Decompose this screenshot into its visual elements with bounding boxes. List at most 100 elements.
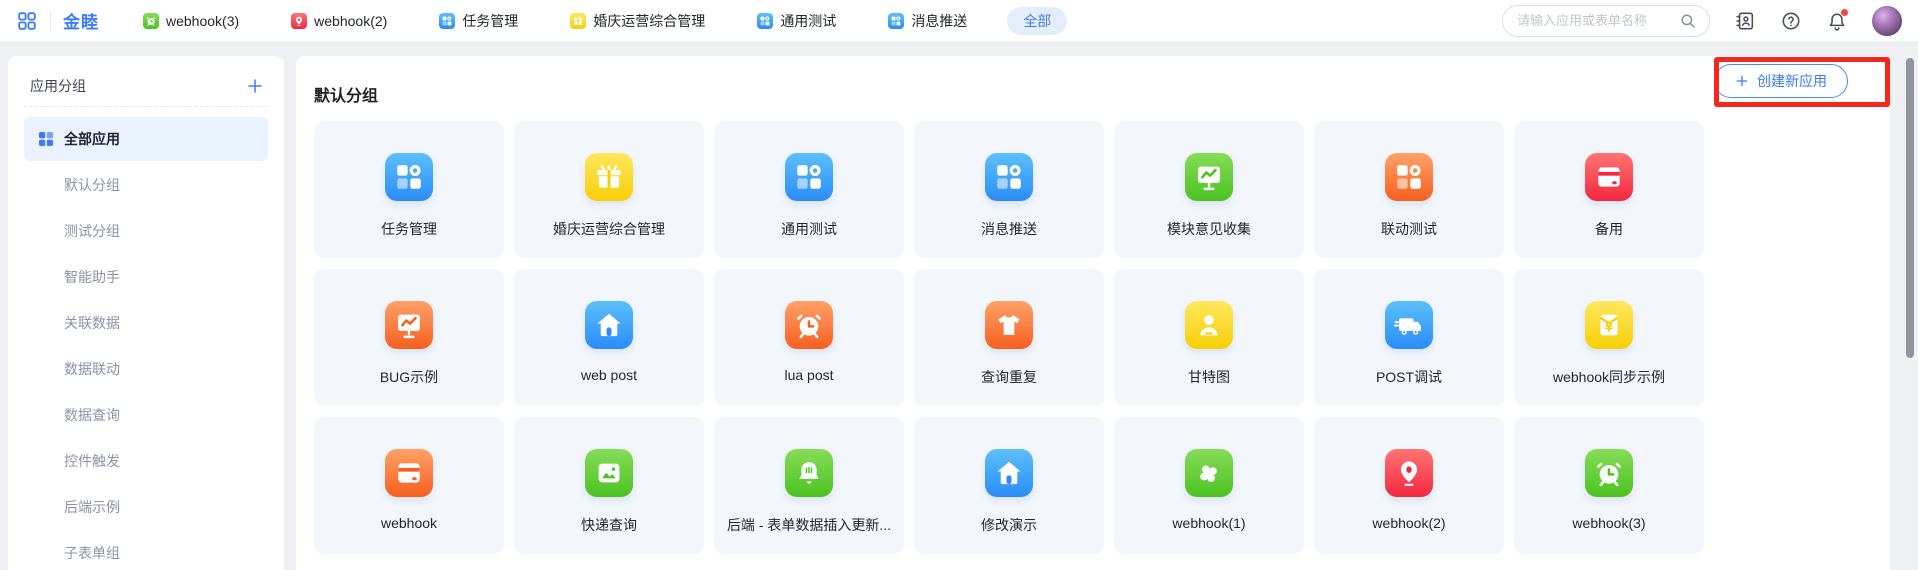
topbar-tab[interactable]: 通用测试 xyxy=(757,11,836,31)
all-apps-pill[interactable]: 全部 xyxy=(1007,7,1067,35)
help-icon[interactable] xyxy=(1780,10,1802,32)
sidebar-item[interactable]: 测试分组 xyxy=(24,209,268,253)
app-card-label: web post xyxy=(581,367,637,383)
topbar-tab-label: 通用测试 xyxy=(780,11,836,31)
sidebar-group-list: 全部应用默认分组测试分组智能助手关联数据数据联动数据查询控件触发后端示例子表单组 xyxy=(24,117,268,570)
app-card[interactable]: 甘特图 xyxy=(1114,269,1304,406)
sidebar-item-label: 控件触发 xyxy=(64,451,120,471)
app-card-label: POST调试 xyxy=(1376,367,1442,387)
topbar-tab[interactable]: 婚庆运营综合管理 xyxy=(570,11,705,31)
sidebar-item[interactable]: 数据查询 xyxy=(24,393,268,437)
board-chart-icon xyxy=(1185,153,1233,201)
sidebar-item[interactable]: 后端示例 xyxy=(24,485,268,529)
app-card-label: webhook xyxy=(381,515,437,531)
app-card[interactable]: 消息推送 xyxy=(914,121,1104,258)
topbar-tab[interactable]: 消息推送 xyxy=(888,11,967,31)
sidebar-item-label: 关联数据 xyxy=(64,313,120,333)
sidebar-item-label: 子表单组 xyxy=(64,543,120,563)
grid-icon xyxy=(785,153,833,201)
shirt-icon xyxy=(985,301,1033,349)
sidebar-item-label: 智能助手 xyxy=(64,267,120,287)
topbar-tab[interactable]: 任务管理 xyxy=(439,11,518,31)
topbar-tab-label: webhook(2) xyxy=(314,13,387,29)
wallet-card-icon xyxy=(1585,153,1633,201)
topbar-right xyxy=(1502,5,1902,37)
app-card[interactable]: lua post xyxy=(714,269,904,406)
sidebar-item[interactable]: 子表单组 xyxy=(24,531,268,570)
app-card[interactable]: 婚庆运营综合管理 xyxy=(514,121,704,258)
app-card[interactable]: 通用测试 xyxy=(714,121,904,258)
alarm-clock-icon xyxy=(785,301,833,349)
create-app-label: 创建新应用 xyxy=(1757,71,1827,91)
app-card-label: webhook(1) xyxy=(1172,515,1245,531)
add-group-icon[interactable] xyxy=(246,77,264,95)
user-avatar[interactable] xyxy=(1872,6,1902,36)
apps-grid-icon xyxy=(38,131,54,147)
sidebar-item[interactable]: 数据联动 xyxy=(24,347,268,391)
svg-text:¥: ¥ xyxy=(1605,321,1613,335)
apps-menu-icon[interactable] xyxy=(16,10,38,32)
app-card[interactable]: webhook xyxy=(314,417,504,554)
sidebar-item[interactable]: 默认分组 xyxy=(24,163,268,207)
app-card-label: 查询重复 xyxy=(981,367,1037,387)
sidebar-item-label: 数据查询 xyxy=(64,405,120,425)
app-card[interactable]: 后端 - 表单数据插入更新... xyxy=(714,417,904,554)
app-card-label: 通用测试 xyxy=(781,219,837,239)
search-box[interactable] xyxy=(1502,5,1710,37)
grid-icon xyxy=(439,13,455,29)
app-card[interactable]: webhook(3) xyxy=(1514,417,1704,554)
grid-icon xyxy=(985,153,1033,201)
create-app-button[interactable]: 创建新应用 xyxy=(1714,64,1848,98)
app-card[interactable]: ¥ webhook同步示例 xyxy=(1514,269,1704,406)
sidebar-item[interactable]: 关联数据 xyxy=(24,301,268,345)
brand-logo[interactable]: 金睦 xyxy=(63,8,99,33)
app-card[interactable]: 联动测试 xyxy=(1314,121,1504,258)
app-card[interactable]: 快递查询 xyxy=(514,417,704,554)
sidebar: 应用分组 全部应用默认分组测试分组智能助手关联数据数据联动数据查询控件触发后端示… xyxy=(8,56,284,570)
app-card[interactable]: POST调试 xyxy=(1314,269,1504,406)
notifications-bell-icon[interactable] xyxy=(1826,10,1848,32)
address-book-icon[interactable] xyxy=(1734,10,1756,32)
topbar-tab-label: webhook(3) xyxy=(166,13,239,29)
app-card-label: 甘特图 xyxy=(1188,367,1230,387)
sidebar-item[interactable]: 智能助手 xyxy=(24,255,268,299)
app-card-label: webhook同步示例 xyxy=(1553,367,1665,387)
scrollbar-thumb[interactable] xyxy=(1906,58,1914,358)
topbar: 金睦 webhook(3) webhook(2) 任务管理 婚庆运营综合管理 通… xyxy=(0,0,1918,42)
notification-dot xyxy=(1841,9,1848,16)
sidebar-item[interactable]: 全部应用 xyxy=(24,117,268,161)
search-icon[interactable] xyxy=(1679,12,1697,30)
sidebar-item-label: 默认分组 xyxy=(64,175,120,195)
home-icon xyxy=(585,301,633,349)
topbar-tab-label: 婚庆运营综合管理 xyxy=(593,11,705,31)
app-card[interactable]: web post xyxy=(514,269,704,406)
app-card-label: webhook(2) xyxy=(1372,515,1445,531)
app-card-label: 联动测试 xyxy=(1381,219,1437,239)
logo-area: 金睦 xyxy=(16,8,99,33)
sidebar-item[interactable]: 控件触发 xyxy=(24,439,268,483)
grid-icon xyxy=(757,13,773,29)
sidebar-item-label: 测试分组 xyxy=(64,221,120,241)
topbar-tab-label: 任务管理 xyxy=(462,11,518,31)
search-input[interactable] xyxy=(1517,13,1673,28)
sidebar-item-label: 后端示例 xyxy=(64,497,120,517)
app-card[interactable]: 模块意见收集 xyxy=(1114,121,1304,258)
gift-icon xyxy=(585,153,633,201)
clover-icon xyxy=(1185,449,1233,497)
plus-icon xyxy=(1735,74,1749,88)
app-card[interactable]: webhook(2) xyxy=(1314,417,1504,554)
app-card[interactable]: 修改演示 xyxy=(914,417,1104,554)
app-card-label: lua post xyxy=(784,367,833,383)
app-card-label: 后端 - 表单数据插入更新... xyxy=(727,515,891,535)
app-card[interactable]: 任务管理 xyxy=(314,121,504,258)
app-card[interactable]: 查询重复 xyxy=(914,269,1104,406)
app-card[interactable]: 备用 xyxy=(1514,121,1704,258)
app-card[interactable]: BUG示例 xyxy=(314,269,504,406)
sidebar-header: 应用分组 xyxy=(24,56,268,100)
truck-icon xyxy=(1385,301,1433,349)
app-card[interactable]: webhook(1) xyxy=(1114,417,1304,554)
app-card-label: 备用 xyxy=(1595,219,1623,239)
topbar-tab[interactable]: webhook(3) xyxy=(143,13,239,29)
topbar-tab[interactable]: webhook(2) xyxy=(291,13,387,29)
group-title: 默认分组 xyxy=(314,82,378,106)
